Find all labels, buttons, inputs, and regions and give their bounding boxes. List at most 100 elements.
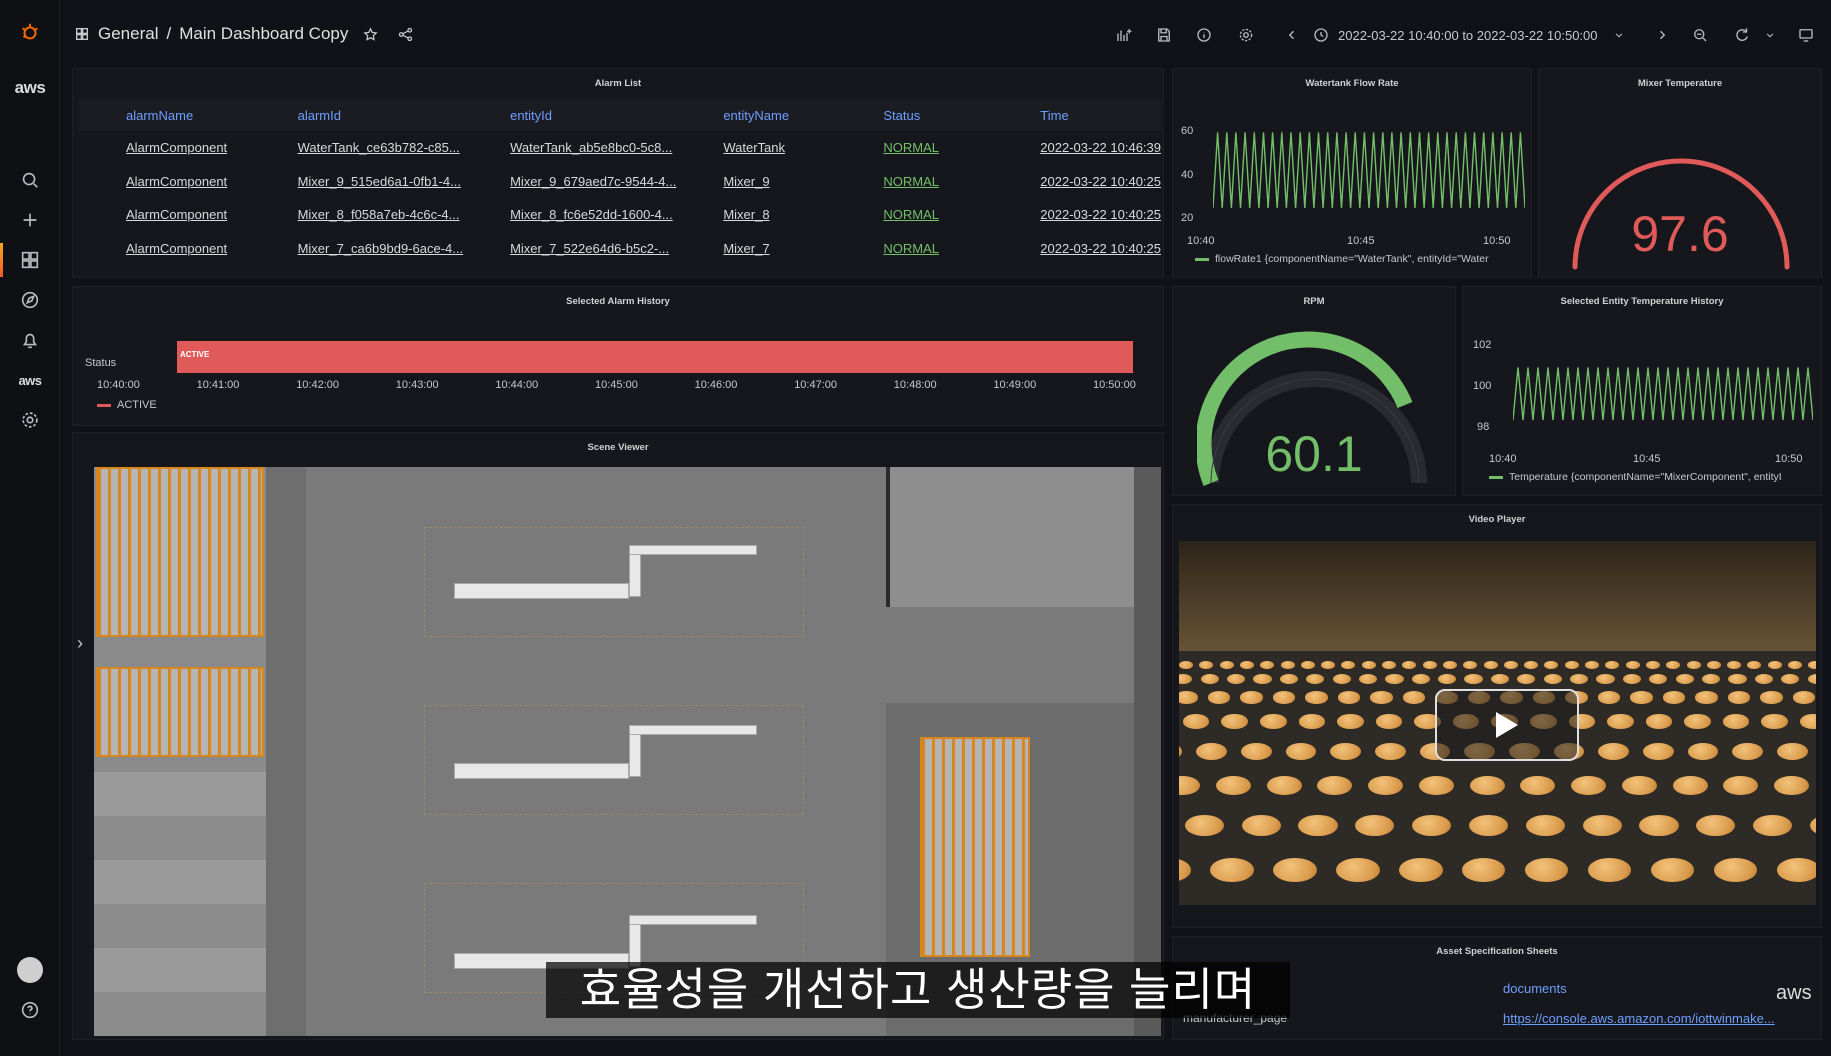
table-cell[interactable]: AlarmComponent (79, 198, 251, 232)
refresh-interval-chevron-icon[interactable] (1760, 22, 1780, 48)
tv-mode-icon[interactable] (1792, 22, 1820, 48)
cookie (1300, 661, 1315, 669)
column-header[interactable]: Status (836, 99, 994, 131)
user-avatar[interactable] (14, 954, 46, 986)
table-cell[interactable]: Mixer_8_f058a7eb-4c6c-4... (251, 198, 464, 232)
column-header[interactable]: entityName (676, 99, 837, 131)
table-cell[interactable]: AlarmComponent (79, 232, 251, 266)
sidebar-active-indicator (0, 243, 3, 277)
alerting-bell-icon[interactable] (14, 324, 46, 356)
grafana-logo-icon[interactable] (14, 16, 46, 48)
time-range-picker[interactable]: 2022-03-22 10:40:00 to 2022-03-22 10:50:… (1312, 22, 1682, 48)
table-row[interactable]: AlarmComponent Mixer_9_515ed6a1-0fb1-4..… (79, 165, 1161, 199)
aws-plugin-icon[interactable]: aws (14, 364, 46, 396)
table-cell[interactable]: Mixer_9 (676, 165, 836, 199)
help-icon[interactable] (14, 994, 46, 1026)
cookie (1442, 661, 1457, 669)
table-cell[interactable]: 2022-03-22 10:40:25 (993, 165, 1161, 199)
scene-3d-viewport[interactable] (94, 467, 1161, 1036)
cookie (1361, 661, 1376, 669)
play-button[interactable] (1435, 689, 1579, 761)
scene-expand-chevron-icon[interactable]: › (77, 633, 83, 654)
table-cell[interactable]: WaterTank_ab5e8bc0-5c8... (463, 131, 676, 165)
column-header[interactable]: Time (993, 99, 1161, 131)
share-icon[interactable] (397, 26, 414, 43)
legend-label: flowRate1 {componentName="WaterTank", en… (1215, 253, 1489, 265)
column-header[interactable]: alarmName (79, 99, 251, 131)
add-panel-icon[interactable] (1108, 22, 1140, 48)
mixer-machine[interactable] (454, 583, 629, 599)
save-icon[interactable] (1150, 22, 1178, 48)
status-cell[interactable]: NORMAL (836, 198, 993, 232)
cookie (1564, 661, 1579, 669)
table-cell[interactable]: 2022-03-22 10:40:25 (993, 232, 1161, 266)
table-cell[interactable]: 2022-03-22 10:46:39 (993, 131, 1161, 165)
column-header[interactable]: alarmId (250, 99, 464, 131)
star-icon[interactable] (362, 26, 379, 43)
info-icon[interactable] (1190, 22, 1218, 48)
breadcrumb-folder[interactable]: General (98, 24, 158, 44)
table-cell[interactable]: Mixer_7_522e64d6-b5c2-... (463, 232, 676, 266)
cookie (1341, 661, 1356, 669)
column-header[interactable]: entityId (463, 99, 677, 131)
active-state-bar[interactable]: ACTIVE (177, 341, 1133, 373)
chevron-down-icon (1615, 33, 1622, 38)
refresh-icon[interactable] (1728, 22, 1756, 48)
settings-gear-icon[interactable] (14, 404, 46, 436)
search-icon[interactable] (14, 164, 46, 196)
cookie (1598, 742, 1630, 760)
time-back-chevron-icon[interactable] (1282, 22, 1302, 48)
zoom-out-icon[interactable] (1686, 22, 1714, 48)
panel-title: Asset Specification Sheets (1436, 946, 1558, 957)
table-cell[interactable]: Mixer_9_679aed7c-9544-4... (463, 165, 676, 199)
asset-doc-link[interactable]: https://console.aws.amazon.com/iottwinma… (1503, 1011, 1775, 1026)
table-cell[interactable]: 2022-03-22 10:40:25 (993, 198, 1161, 232)
chart-legend[interactable]: flowRate1 {componentName="WaterTank", en… (1195, 253, 1525, 265)
table-cell[interactable]: Mixer_8_fc6e52dd-1600-4... (463, 198, 676, 232)
cookie (1463, 661, 1478, 669)
x-tick: 10:45 (1633, 453, 1661, 465)
table-cell[interactable]: AlarmComponent (79, 165, 251, 199)
table-row[interactable]: AlarmComponent Mixer_7_ca6b9bd9-6ace-4..… (79, 232, 1161, 266)
row-label: Status (85, 357, 117, 369)
cookie (1753, 814, 1793, 837)
cookie (1645, 714, 1673, 730)
table-row[interactable]: AlarmComponent WaterTank_ce63b782-c85...… (79, 131, 1161, 165)
documents-header[interactable]: documents (1503, 981, 1567, 996)
gauge-value: 97.6 (1631, 206, 1729, 262)
chart-legend[interactable]: Temperature {componentName="MixerCompone… (1489, 471, 1819, 483)
table-cell[interactable]: AlarmComponent (79, 131, 251, 165)
cookie (1399, 858, 1443, 883)
table-cell[interactable]: Mixer_7_ca6b9bd9-6ace-4... (251, 232, 464, 266)
table-cell[interactable]: Mixer_7 (676, 232, 836, 266)
mixer-machine[interactable] (454, 763, 629, 779)
create-plus-icon[interactable] (14, 204, 46, 236)
explore-compass-icon[interactable] (14, 284, 46, 316)
temperature-chart[interactable] (1513, 345, 1813, 435)
table-cell[interactable]: WaterTank_ce63b782-c85... (251, 131, 464, 165)
chart-legend[interactable]: ACTIVE (97, 399, 157, 411)
building-block (886, 467, 1161, 607)
table-cell[interactable]: Mixer_9_515ed6a1-0fb1-4... (251, 165, 464, 199)
rpm-panel: RPM 60.1 (1172, 286, 1456, 496)
dashboard-title[interactable]: Main Dashboard Copy (179, 24, 348, 44)
table-row[interactable]: AlarmComponent Mixer_8_f058a7eb-4c6c-4..… (79, 198, 1161, 232)
cookie (1686, 661, 1701, 669)
table-cell[interactable]: WaterTank (676, 131, 836, 165)
legend-swatch (1489, 475, 1503, 479)
status-cell[interactable]: NORMAL (836, 165, 993, 199)
cookie (1645, 661, 1660, 669)
dashboards-grid-icon[interactable] (14, 244, 46, 276)
time-forward-chevron-icon[interactable] (1652, 22, 1672, 48)
status-cell[interactable]: NORMAL (836, 131, 993, 165)
flow-rate-chart[interactable] (1213, 127, 1525, 217)
cookie (1259, 714, 1287, 730)
table-cell[interactable]: Mixer_8 (676, 198, 836, 232)
dashboard-grid-icon (76, 28, 88, 40)
cookie (1385, 673, 1404, 684)
status-cell[interactable]: NORMAL (836, 232, 993, 266)
cookie (1285, 742, 1317, 760)
video-frame[interactable] (1179, 541, 1816, 905)
cookie (1781, 673, 1800, 684)
dashboard-settings-icon[interactable] (1232, 22, 1260, 48)
